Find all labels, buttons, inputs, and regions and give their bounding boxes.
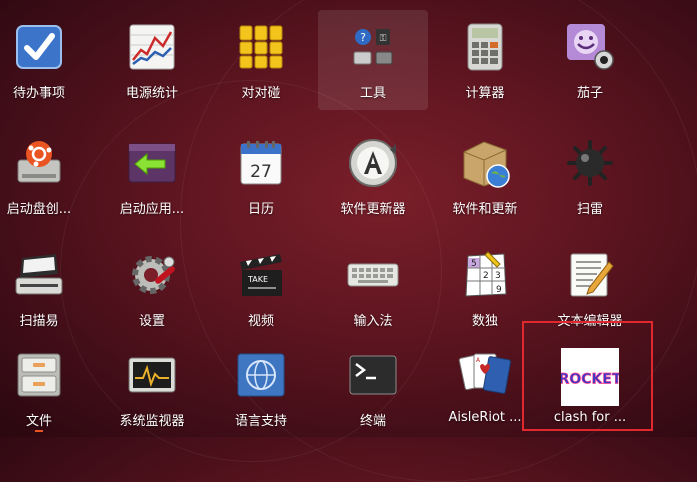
app-simple-scan[interactable]: 扫描易 <box>0 238 94 338</box>
app-label: 设置 <box>138 314 165 329</box>
svg-text:9: 9 <box>496 285 502 295</box>
app-label: 计算器 <box>465 86 505 101</box>
app-power-stats[interactable]: 电源统计 <box>97 10 207 110</box>
app-label: 输入法 <box>353 314 393 329</box>
scanner-icon <box>15 254 63 295</box>
app-swell-foop[interactable]: 对对碰 <box>206 10 316 110</box>
running-indicator <box>35 430 43 432</box>
app-videos[interactable]: TAKE 视频 <box>206 238 316 338</box>
app-label: 茄子 <box>576 86 603 101</box>
app-label: 软件和更新 <box>452 202 518 217</box>
app-label: 语言支持 <box>234 414 287 429</box>
app-calculator[interactable]: 计算器 <box>430 10 540 110</box>
files-cabinet-icon <box>17 353 61 397</box>
app-label: 电源统计 <box>125 86 178 101</box>
keyboard-icon <box>347 263 399 287</box>
sudoku-icon: 529 3 <box>465 251 507 297</box>
svg-text:3: 3 <box>495 271 501 281</box>
app-label: 工具 <box>359 86 386 101</box>
app-label: 文件 <box>25 414 52 429</box>
app-utilities-folder[interactable]: ? ⚿ 工具 <box>318 10 428 110</box>
app-calendar[interactable]: 27 日历 <box>206 126 316 226</box>
app-label: 系统监视器 <box>119 414 185 429</box>
aisleriot-cards-icon: A <box>458 353 511 394</box>
app-software-sources[interactable]: 软件和更新 <box>430 126 540 226</box>
swell-foop-icon <box>239 25 283 69</box>
utilities-folder-icon: ? ⚿ <box>353 29 393 65</box>
video-clapper-icon: TAKE <box>240 254 282 296</box>
app-system-monitor[interactable]: 系统监视器 <box>97 338 207 438</box>
software-sources-icon <box>463 141 510 188</box>
startup-disk-icon <box>17 141 61 183</box>
app-settings[interactable]: 设置 <box>97 238 207 338</box>
app-label: 软件更新器 <box>340 202 406 217</box>
svg-text:TAKE: TAKE <box>247 275 268 284</box>
app-label: 扫雷 <box>576 202 603 217</box>
software-updater-icon <box>349 139 397 187</box>
calendar-icon: 27 <box>240 141 282 185</box>
app-label: 启动盘创... <box>6 202 72 217</box>
app-cheese[interactable]: 茄子 <box>535 10 645 110</box>
power-stats-chart-icon <box>129 24 175 70</box>
cheese-webcam-icon <box>567 24 614 70</box>
app-files[interactable]: 文件 <box>0 338 94 438</box>
calculator-icon <box>467 23 503 71</box>
app-label: 日历 <box>247 202 274 217</box>
calendar-day: 27 <box>250 162 272 182</box>
todo-checkbox-icon <box>16 25 62 69</box>
app-label: 对对碰 <box>241 86 281 101</box>
app-software-updater[interactable]: 软件更新器 <box>318 126 428 226</box>
app-language-support[interactable]: 语言支持 <box>206 338 316 438</box>
app-label: 视频 <box>247 314 274 329</box>
mines-icon <box>567 140 613 186</box>
settings-gear-icon <box>132 256 175 294</box>
startup-apps-icon <box>128 143 176 183</box>
selection-highlight-box <box>522 321 653 431</box>
app-label: 待办事项 <box>12 86 65 101</box>
app-label: 启动应用... <box>119 202 185 217</box>
svg-text:2: 2 <box>483 271 489 281</box>
svg-text:⚿: ⚿ <box>380 34 387 44</box>
app-startup-apps[interactable]: 启动应用... <box>97 126 207 226</box>
app-input-method[interactable]: 输入法 <box>318 238 428 338</box>
text-editor-icon <box>570 253 614 297</box>
app-label: 扫描易 <box>19 314 59 329</box>
app-mines[interactable]: 扫雷 <box>535 126 645 226</box>
terminal-icon <box>349 355 397 395</box>
language-support-icon <box>237 353 285 397</box>
app-todo[interactable]: 待办事项 <box>0 10 94 110</box>
app-startup-disk[interactable]: 启动盘创... <box>0 126 94 226</box>
svg-text:?: ? <box>360 31 366 44</box>
app-label: 终端 <box>359 414 386 429</box>
app-terminal[interactable]: 终端 <box>318 338 428 438</box>
system-monitor-icon <box>128 357 176 393</box>
svg-text:5: 5 <box>471 259 477 269</box>
